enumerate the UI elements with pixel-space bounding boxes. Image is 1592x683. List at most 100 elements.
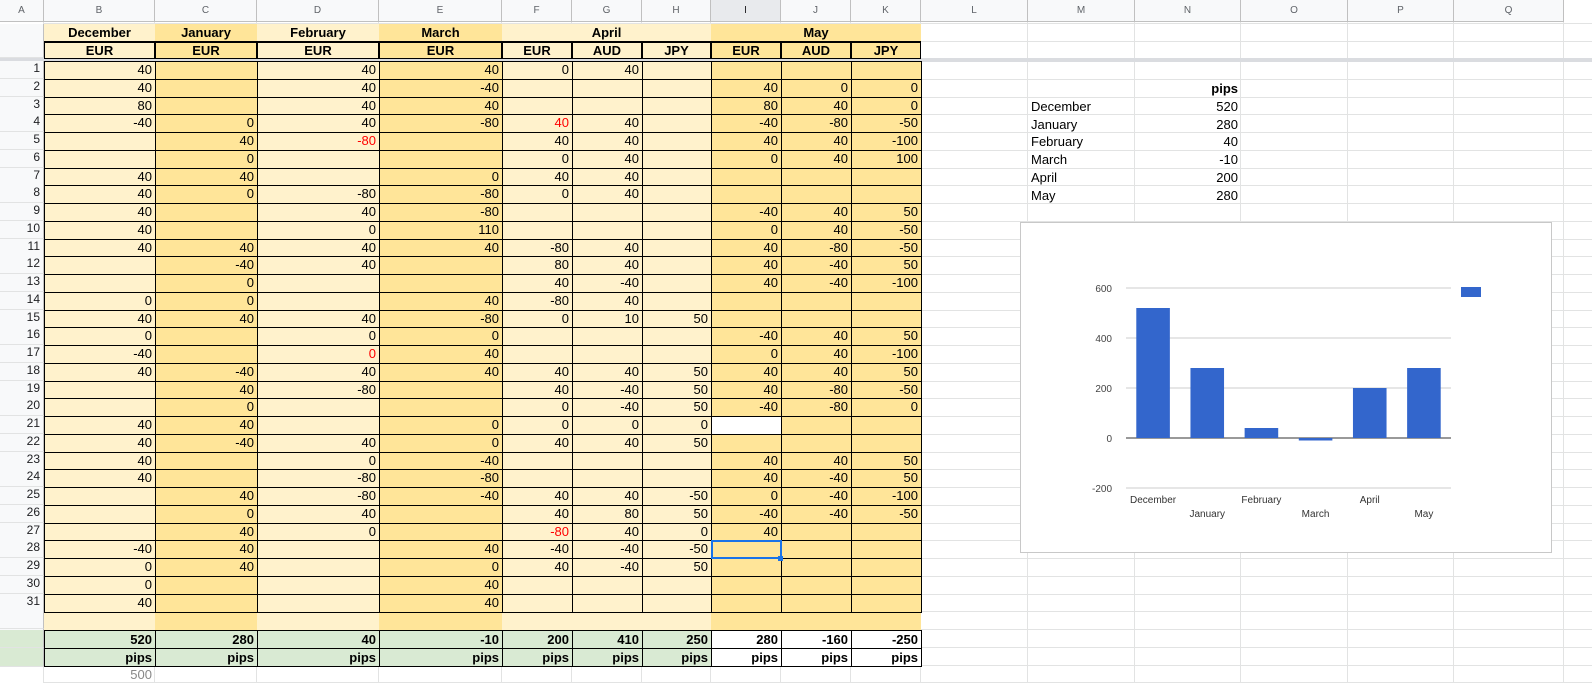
data-cell[interactable]: 50 xyxy=(642,363,712,382)
row-header[interactable]: 17 xyxy=(0,345,44,363)
data-cell[interactable]: 40 xyxy=(711,79,782,98)
bar-january[interactable] xyxy=(1190,368,1225,438)
row-header[interactable]: 16 xyxy=(0,327,44,345)
data-cell[interactable]: 40 xyxy=(711,469,782,488)
data-cell[interactable]: 0 xyxy=(44,327,156,346)
data-cell[interactable] xyxy=(44,274,156,293)
data-cell[interactable]: 40 xyxy=(502,505,573,524)
column-header-A[interactable]: A xyxy=(0,0,44,22)
data-cell[interactable] xyxy=(379,256,503,275)
data-cell[interactable] xyxy=(572,203,643,222)
row-header[interactable]: 18 xyxy=(0,363,44,381)
data-cell[interactable]: 40 xyxy=(155,540,258,559)
data-cell[interactable]: 40 xyxy=(781,363,852,382)
data-cell[interactable]: 40 xyxy=(502,363,573,382)
data-cell[interactable]: -50 xyxy=(851,221,922,240)
data-cell[interactable] xyxy=(642,469,712,488)
data-cell[interactable] xyxy=(379,150,503,169)
data-cell[interactable]: -40 xyxy=(572,274,643,293)
data-cell[interactable]: 0 xyxy=(155,292,258,311)
data-cell[interactable]: 40 xyxy=(781,345,852,364)
data-cell[interactable]: 100 xyxy=(851,150,922,169)
data-cell[interactable]: 40 xyxy=(44,203,156,222)
data-cell[interactable] xyxy=(572,469,643,488)
data-cell[interactable]: 50 xyxy=(851,203,922,222)
bar-march[interactable] xyxy=(1298,438,1333,441)
data-cell[interactable]: -50 xyxy=(642,540,712,559)
data-cell[interactable] xyxy=(155,469,258,488)
data-cell[interactable] xyxy=(781,416,852,435)
row-header[interactable]: 19 xyxy=(0,381,44,399)
data-cell[interactable]: 40 xyxy=(44,594,156,613)
data-cell[interactable]: 40 xyxy=(572,363,643,382)
row-header[interactable]: 31 xyxy=(0,594,44,612)
bar-december[interactable] xyxy=(1136,308,1170,438)
row-header[interactable]: 14 xyxy=(0,292,44,310)
column-header-G[interactable]: G xyxy=(572,0,642,22)
data-cell[interactable]: -100 xyxy=(851,274,922,293)
row-header[interactable]: 4 xyxy=(0,114,44,132)
data-cell[interactable]: 0 xyxy=(379,434,503,453)
data-cell[interactable]: -80 xyxy=(379,114,503,133)
data-cell[interactable] xyxy=(642,203,712,222)
column-header-N[interactable]: N xyxy=(1135,0,1241,22)
data-cell[interactable]: -40 xyxy=(711,203,782,222)
data-cell[interactable]: 0 xyxy=(781,79,852,98)
data-cell[interactable]: 0 xyxy=(851,398,922,417)
data-cell[interactable]: 40 xyxy=(257,61,380,80)
data-cell[interactable]: 40 xyxy=(711,274,782,293)
data-cell[interactable]: 40 xyxy=(155,416,258,435)
data-cell[interactable]: 40 xyxy=(44,61,156,80)
data-cell[interactable] xyxy=(155,203,258,222)
data-cell[interactable]: 0 xyxy=(502,398,573,417)
data-cell[interactable]: -80 xyxy=(781,398,852,417)
data-cell[interactable] xyxy=(502,221,573,240)
row-header[interactable]: 25 xyxy=(0,487,44,505)
column-header-I[interactable]: I xyxy=(711,0,781,22)
data-cell[interactable]: 0 xyxy=(711,487,782,506)
data-cell[interactable]: -80 xyxy=(257,469,380,488)
row-header[interactable]: 3 xyxy=(0,97,44,115)
data-cell[interactable]: 40 xyxy=(379,540,503,559)
data-cell[interactable]: 80 xyxy=(502,256,573,275)
data-cell[interactable] xyxy=(711,61,782,80)
data-cell[interactable] xyxy=(44,132,156,151)
data-cell[interactable]: -50 xyxy=(851,114,922,133)
row-header[interactable]: 26 xyxy=(0,505,44,523)
data-cell[interactable] xyxy=(155,594,258,613)
row-header[interactable]: 15 xyxy=(0,310,44,328)
data-cell[interactable]: -80 xyxy=(379,469,503,488)
data-cell[interactable]: -40 xyxy=(44,114,156,133)
data-cell[interactable] xyxy=(642,132,712,151)
data-cell[interactable]: 40 xyxy=(781,221,852,240)
data-cell[interactable]: -40 xyxy=(711,114,782,133)
data-cell[interactable]: 50 xyxy=(851,327,922,346)
data-cell[interactable]: -50 xyxy=(851,505,922,524)
data-cell[interactable]: 40 xyxy=(572,114,643,133)
data-cell[interactable]: 40 xyxy=(711,132,782,151)
data-cell[interactable]: -80 xyxy=(502,292,573,311)
data-cell[interactable] xyxy=(44,505,156,524)
data-cell[interactable] xyxy=(851,594,922,613)
data-cell[interactable]: 0 xyxy=(502,416,573,435)
data-cell[interactable]: -40 xyxy=(379,79,503,98)
column-header-J[interactable]: J xyxy=(781,0,851,22)
row-header[interactable]: 13 xyxy=(0,274,44,292)
data-cell[interactable]: 40 xyxy=(155,487,258,506)
total-cell[interactable]: 200 xyxy=(502,630,573,649)
data-cell[interactable] xyxy=(642,594,712,613)
data-cell[interactable]: -40 xyxy=(781,487,852,506)
bar-february[interactable] xyxy=(1244,428,1279,438)
data-cell[interactable] xyxy=(257,540,380,559)
data-cell[interactable] xyxy=(851,558,922,577)
data-cell[interactable]: -40 xyxy=(502,540,573,559)
data-cell[interactable] xyxy=(851,61,922,80)
data-cell[interactable]: 40 xyxy=(44,185,156,204)
data-cell[interactable] xyxy=(155,345,258,364)
data-cell[interactable]: 40 xyxy=(257,114,380,133)
column-header-C[interactable]: C xyxy=(155,0,257,22)
data-cell[interactable]: 50 xyxy=(642,505,712,524)
data-cell[interactable]: 0 xyxy=(379,327,503,346)
data-cell[interactable]: 40 xyxy=(44,434,156,453)
data-cell[interactable] xyxy=(572,327,643,346)
